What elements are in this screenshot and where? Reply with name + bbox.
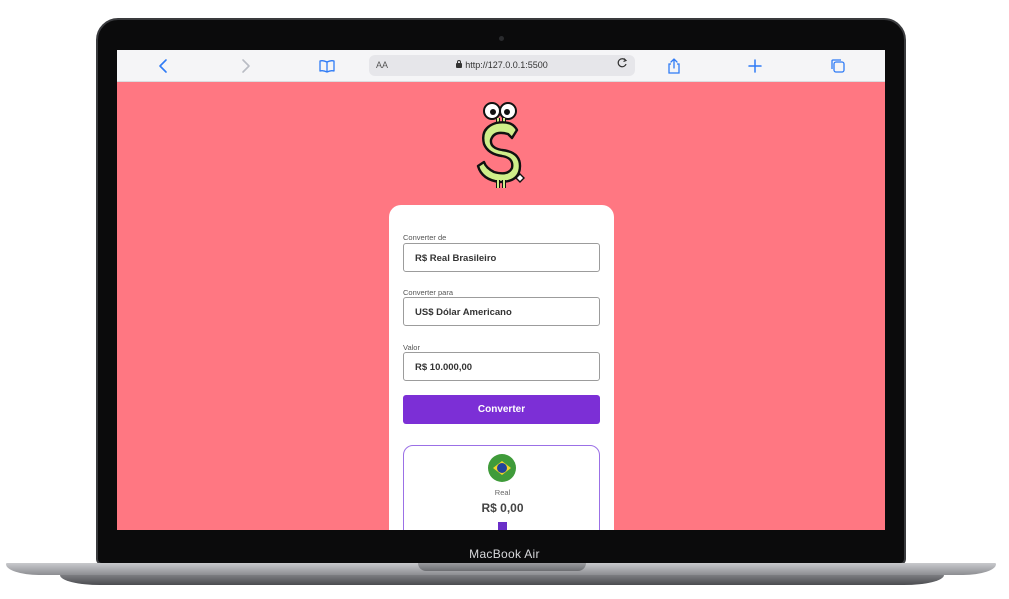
to-currency-select[interactable]: US$ Dólar Americano xyxy=(403,297,600,326)
amount-input[interactable]: R$ 10.000,00 xyxy=(403,352,600,381)
share-icon[interactable] xyxy=(665,57,683,75)
plus-icon[interactable] xyxy=(746,57,764,75)
chevron-left-icon[interactable] xyxy=(155,57,173,75)
url-text: http://127.0.0.1:5500 xyxy=(465,60,548,70)
result-box: Real R$ 0,00 xyxy=(403,445,600,530)
result-currency-value: R$ 0,00 xyxy=(481,501,524,515)
converter-card: Converter de R$ Real Brasileiro Converte… xyxy=(389,205,614,530)
camera xyxy=(499,36,504,41)
lock-icon xyxy=(456,60,463,68)
brazil-flag-icon xyxy=(488,454,516,482)
address-bar[interactable]: AA http://127.0.0.1:5500 xyxy=(369,55,635,76)
amount-label: Valor xyxy=(403,343,420,352)
result-currency-name: Real xyxy=(494,488,511,497)
convert-button[interactable]: Converter xyxy=(403,395,600,424)
from-currency-label: Converter de xyxy=(403,233,447,242)
reload-icon[interactable] xyxy=(616,57,628,72)
browser-toolbar: AA http://127.0.0.1:5500 xyxy=(117,50,885,82)
laptop-base-bottom xyxy=(60,575,944,585)
book-icon[interactable] xyxy=(318,57,336,75)
tabs-icon[interactable] xyxy=(829,57,847,75)
laptop-notch xyxy=(418,563,586,571)
device-label: MacBook Air xyxy=(469,547,540,561)
laptop-mockup: AA http://127.0.0.1:5500 Converter de R$… xyxy=(0,0,1009,599)
to-currency-label: Converter para xyxy=(403,288,454,297)
browser-screen: AA http://127.0.0.1:5500 Converter de R$… xyxy=(117,50,885,530)
dollar-logo xyxy=(476,102,525,188)
chevron-right-icon[interactable] xyxy=(236,57,254,75)
swap-indicator-icon xyxy=(498,522,507,530)
from-currency-select[interactable]: R$ Real Brasileiro xyxy=(403,243,600,272)
